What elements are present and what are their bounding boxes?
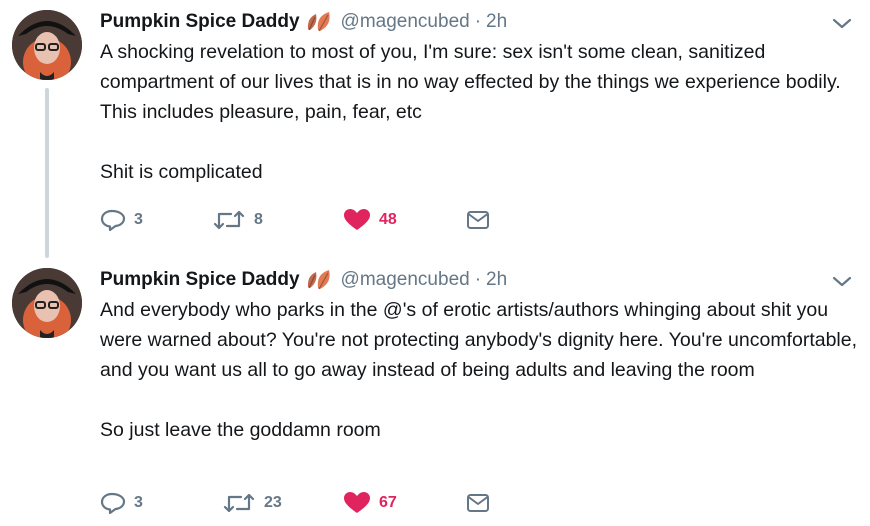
dm-button[interactable] xyxy=(466,205,490,235)
username[interactable]: @magencubed xyxy=(341,269,470,291)
like-count: 48 xyxy=(379,211,397,228)
display-name[interactable]: Pumpkin Spice Daddy xyxy=(100,269,300,291)
timestamp[interactable]: 2h xyxy=(486,11,507,33)
reply-count: 3 xyxy=(134,494,143,511)
dm-button[interactable] xyxy=(466,488,490,518)
dm-icon xyxy=(466,209,490,231)
tweet-text: And everybody who parks in the @'s of er… xyxy=(100,295,860,445)
tweet-paragraph: A shocking revelation to most of you, I'… xyxy=(100,41,841,123)
separator-dot: · xyxy=(474,11,482,32)
reply-count: 3 xyxy=(134,211,143,228)
avatar[interactable] xyxy=(12,10,82,80)
chevron-down-icon[interactable] xyxy=(830,271,854,291)
reply-button[interactable]: 3 xyxy=(100,205,143,235)
avatar[interactable] xyxy=(12,268,82,338)
retweet-button[interactable]: 23 xyxy=(222,488,282,518)
dm-icon xyxy=(466,492,490,514)
chevron-down-icon[interactable] xyxy=(830,13,854,33)
display-name[interactable]: Pumpkin Spice Daddy xyxy=(100,11,300,33)
like-count: 67 xyxy=(379,494,397,511)
timestamp[interactable]: 2h xyxy=(486,269,507,291)
heart-icon xyxy=(343,491,371,515)
heart-icon xyxy=(343,208,371,232)
tweet-paragraph: And everybody who parks in the @'s of er… xyxy=(100,299,858,381)
leaf-emoji-icon xyxy=(305,11,335,33)
tweet[interactable]: Pumpkin Spice Daddy @magencubed · 2h And… xyxy=(0,258,870,526)
tweet-paragraph: Shit is complicated xyxy=(100,161,263,183)
retweet-button[interactable]: 8 xyxy=(212,205,263,235)
retweet-count: 23 xyxy=(264,494,282,511)
tweet-text: A shocking revelation to most of you, I'… xyxy=(100,37,860,187)
like-button[interactable]: 67 xyxy=(343,488,397,518)
retweet-count: 8 xyxy=(254,211,263,228)
username[interactable]: @magencubed xyxy=(341,11,470,33)
reply-icon xyxy=(100,491,126,515)
reply-icon xyxy=(100,208,126,232)
tweet-header: Pumpkin Spice Daddy @magencubed · 2h xyxy=(100,267,507,293)
retweet-icon xyxy=(212,208,246,232)
separator-dot: · xyxy=(474,269,482,290)
tweet-paragraph: So just leave the goddamn room xyxy=(100,419,381,441)
like-button[interactable]: 48 xyxy=(343,205,397,235)
tweet-header: Pumpkin Spice Daddy @magencubed · 2h xyxy=(100,9,507,35)
tweet[interactable]: Pumpkin Spice Daddy @magencubed · 2h A s… xyxy=(0,0,870,260)
reply-button[interactable]: 3 xyxy=(100,488,143,518)
retweet-icon xyxy=(222,491,256,515)
leaf-emoji-icon xyxy=(305,269,335,291)
